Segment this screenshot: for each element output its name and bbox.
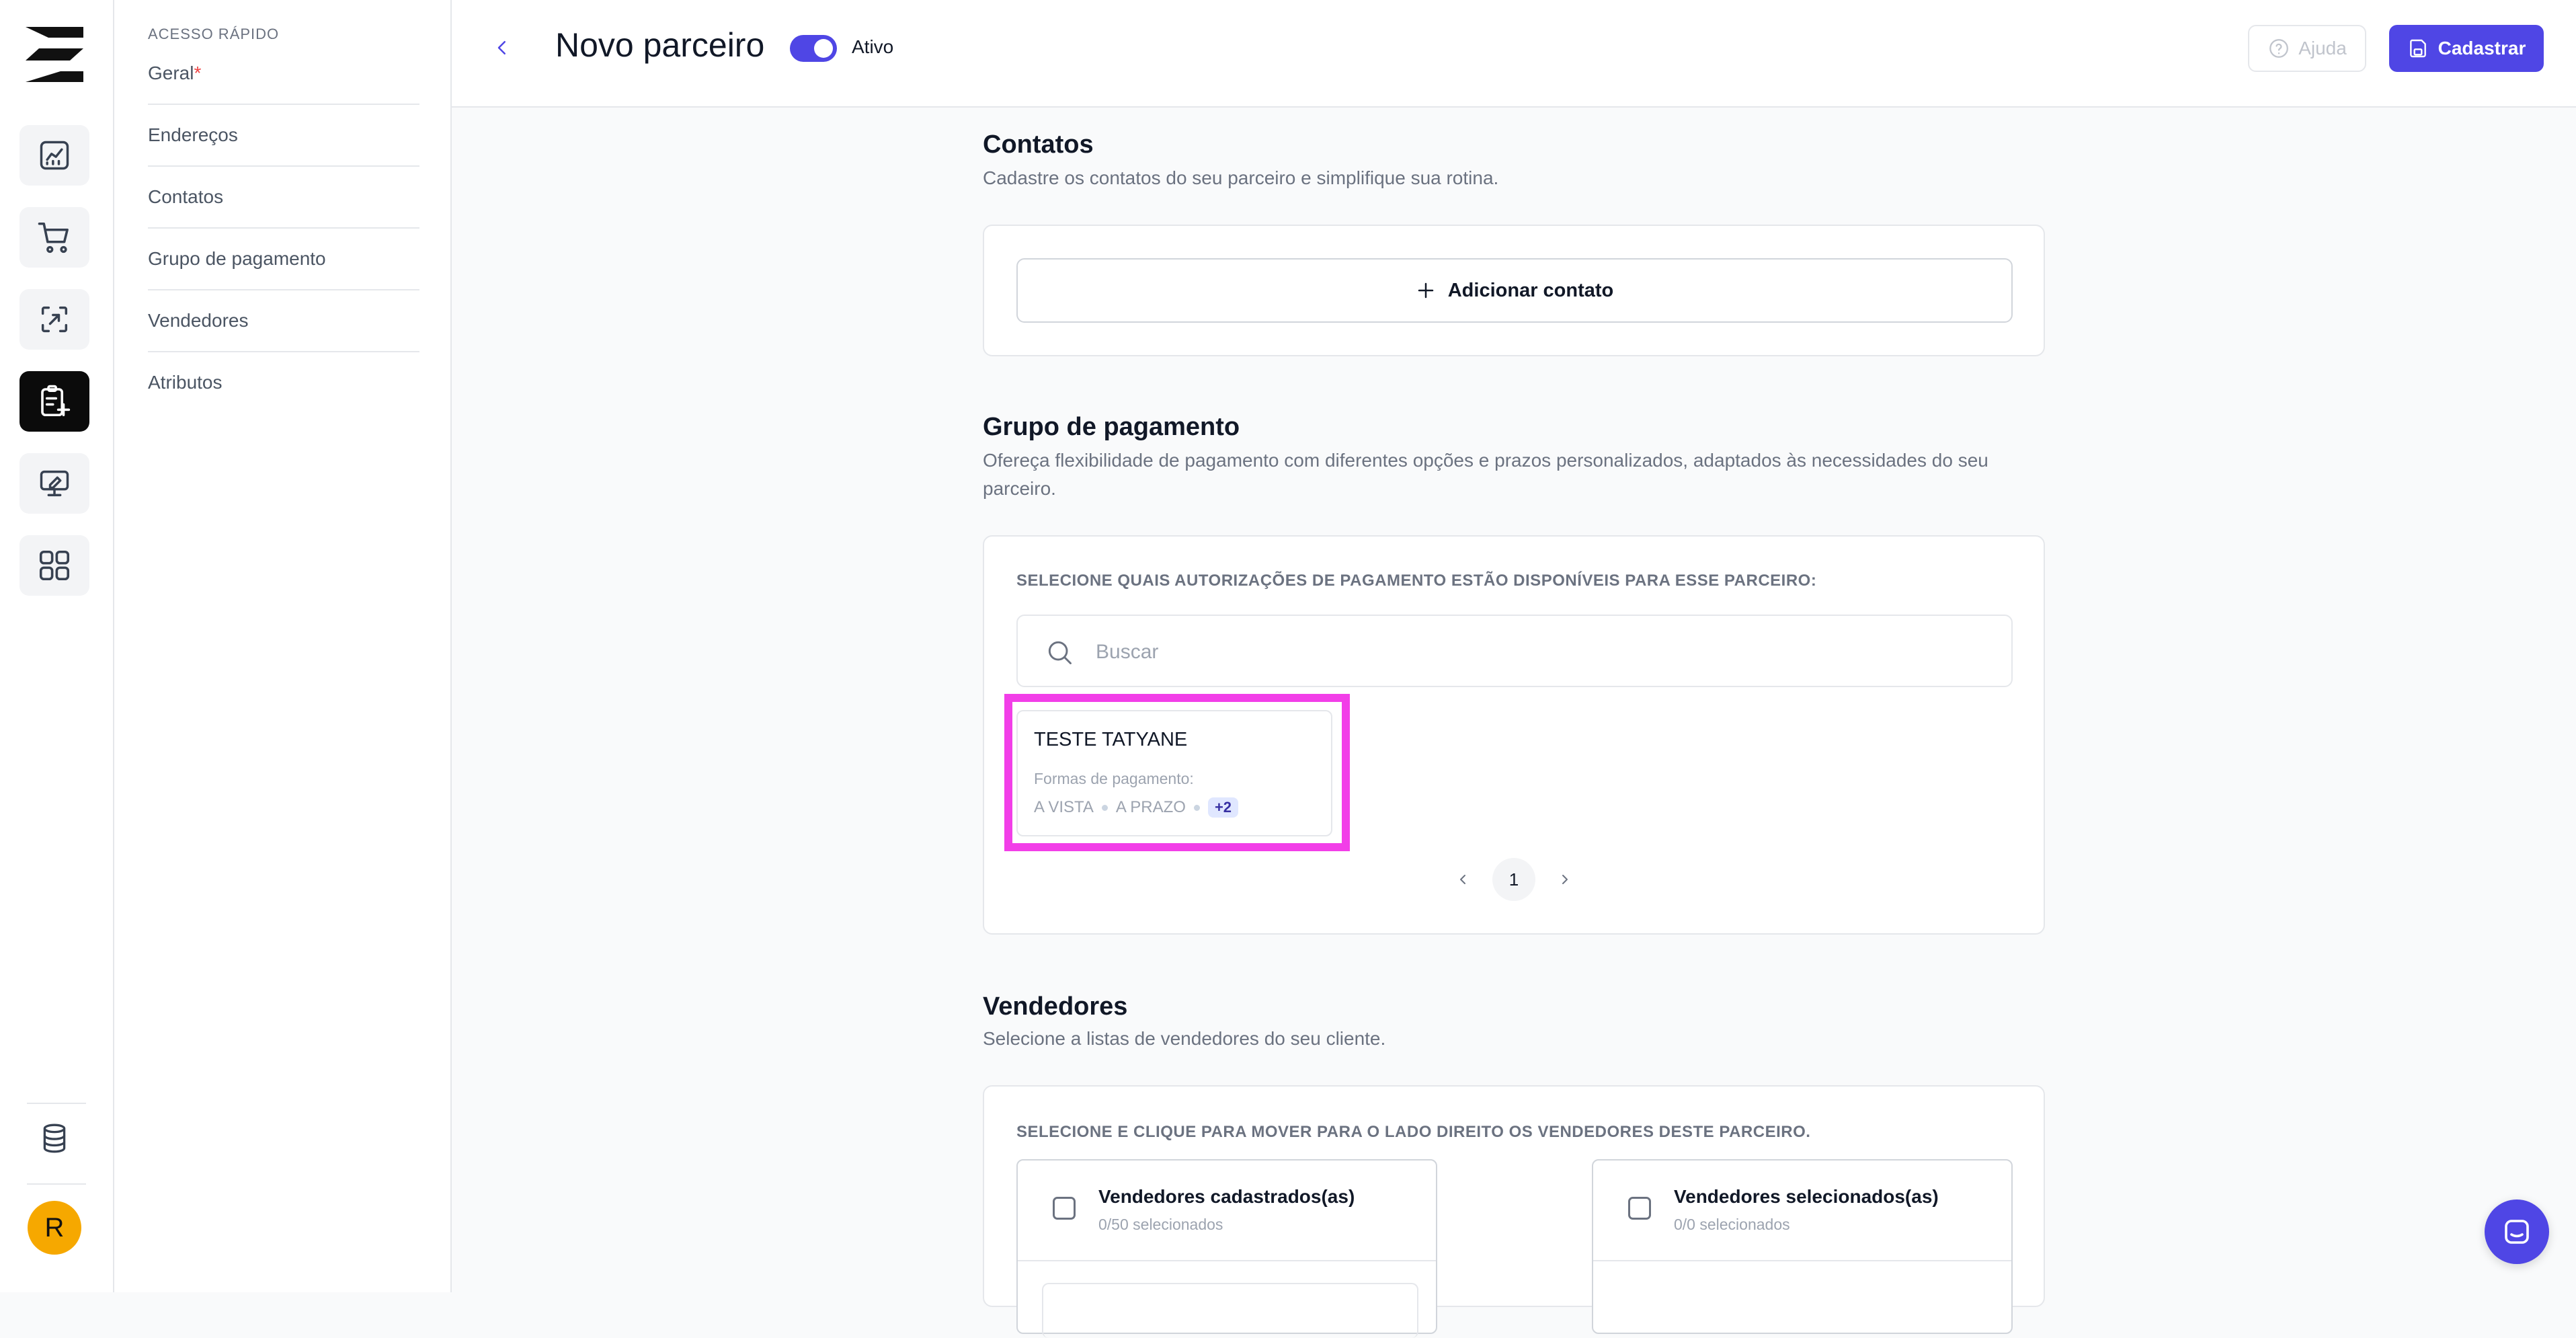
separator-dot bbox=[1101, 804, 1108, 811]
monitor-edit-icon[interactable] bbox=[19, 453, 89, 514]
question-circle-icon bbox=[2267, 37, 2290, 60]
dashboard-chart-icon[interactable] bbox=[19, 125, 89, 186]
registered-sellers-list: Vendedores cadastrados(as) 0/50 selecion… bbox=[1016, 1159, 1437, 1338]
list-header: Vendedores cadastrados(as) 0/50 selecion… bbox=[1018, 1160, 1436, 1261]
list-title: Vendedores cadastrados(as) bbox=[1098, 1186, 1355, 1207]
payment-method: A VISTA bbox=[1034, 798, 1094, 816]
payment-method: A PRAZO bbox=[1115, 798, 1186, 816]
payment-title: Grupo de pagamento bbox=[983, 413, 1240, 441]
active-toggle-label: Ativo bbox=[852, 36, 894, 57]
required-mark: * bbox=[194, 63, 202, 83]
list-title: Vendedores selecionados(as) bbox=[1674, 1186, 1939, 1207]
back-icon[interactable] bbox=[492, 35, 512, 61]
select-all-checkbox[interactable] bbox=[1628, 1197, 1651, 1220]
quick-link-atributos[interactable]: Atributos bbox=[148, 352, 419, 413]
cart-icon[interactable] bbox=[19, 207, 89, 268]
sellers-instruction: SELECIONE E CLIQUE PARA MOVER PARA O LAD… bbox=[1016, 1123, 1811, 1141]
payment-card: SELECIONE QUAIS AUTORIZAÇÕES DE PAGAMENT… bbox=[983, 535, 2045, 935]
page-title: Novo parceiro bbox=[555, 26, 765, 64]
save-button[interactable]: Cadastrar bbox=[2389, 25, 2544, 72]
separator-dot bbox=[1193, 804, 1200, 811]
new-document-icon[interactable] bbox=[19, 371, 89, 432]
contacts-subtitle: Cadastre os contatos do seu parceiro e s… bbox=[983, 167, 1499, 188]
contacts-card: Adicionar contato bbox=[983, 225, 2045, 356]
avatar[interactable]: R bbox=[28, 1201, 81, 1255]
chat-icon bbox=[2501, 1216, 2533, 1248]
search-icon bbox=[1045, 637, 1074, 667]
list-header: Vendedores selecionados(as) 0/0 selecion… bbox=[1593, 1160, 2011, 1261]
rail-divider bbox=[27, 1183, 86, 1185]
quick-access-header: ACESSO RÁPIDO bbox=[148, 26, 280, 42]
payment-search[interactable] bbox=[1016, 615, 2013, 687]
prev-page-icon[interactable] bbox=[1455, 870, 1471, 889]
rail-divider bbox=[27, 1103, 86, 1104]
contacts-title: Contatos bbox=[983, 130, 1094, 159]
list-search-box[interactable] bbox=[1042, 1283, 1418, 1338]
database-icon[interactable] bbox=[19, 1108, 89, 1169]
search-input[interactable] bbox=[1094, 632, 1971, 672]
sellers-subtitle: Selecione a listas de vendedores do seu … bbox=[983, 1028, 1386, 1049]
next-page-icon[interactable] bbox=[1557, 870, 1573, 889]
select-all-checkbox[interactable] bbox=[1053, 1197, 1076, 1220]
page-number[interactable]: 1 bbox=[1492, 858, 1535, 901]
save-label: Cadastrar bbox=[2438, 38, 2526, 58]
exchange-icon[interactable] bbox=[19, 289, 89, 350]
pagination: 1 bbox=[984, 858, 2044, 901]
quick-link-enderecos[interactable]: Endereços bbox=[148, 105, 419, 167]
selection-count: 0/0 selecionados bbox=[1674, 1216, 1790, 1233]
toggle-knob bbox=[814, 39, 833, 58]
sellers-card: SELECIONE E CLIQUE PARA MOVER PARA O LAD… bbox=[983, 1085, 2045, 1338]
payment-group-card[interactable]: TESTE TATYANE Formas de pagamento: A VIS… bbox=[1016, 710, 1332, 836]
quick-link-geral[interactable]: Geral* bbox=[148, 43, 419, 105]
help-button[interactable]: Ajuda bbox=[2248, 25, 2366, 72]
quick-access-panel: ACESSO RÁPIDO Geral* Endereços Contatos … bbox=[114, 0, 452, 1292]
save-icon bbox=[2407, 37, 2429, 60]
add-contact-button[interactable]: Adicionar contato bbox=[1016, 258, 2013, 323]
add-contact-label: Adicionar contato bbox=[1447, 279, 1614, 301]
payment-methods: A VISTA A PRAZO +2 bbox=[1034, 797, 1315, 818]
page-header: Novo parceiro Ativo Ajuda Cadastrar bbox=[452, 0, 2576, 108]
active-toggle[interactable] bbox=[790, 35, 837, 62]
sellers-title: Vendedores bbox=[983, 992, 1128, 1021]
payment-group-name: TESTE TATYANE bbox=[1034, 729, 1188, 750]
payment-subtitle: Ofereça flexibilidade de pagamento com d… bbox=[983, 450, 1988, 499]
quick-link-grupo-pagamento[interactable]: Grupo de pagamento bbox=[148, 229, 419, 290]
quick-link-vendedores[interactable]: Vendedores bbox=[148, 290, 419, 352]
apps-grid-icon[interactable] bbox=[19, 535, 89, 596]
more-methods-badge[interactable]: +2 bbox=[1207, 797, 1239, 818]
selected-sellers-list: Vendedores selecionados(as) 0/0 selecion… bbox=[1592, 1159, 2013, 1334]
quick-link-contatos[interactable]: Contatos bbox=[148, 167, 419, 229]
selection-count: 0/50 selecionados bbox=[1098, 1216, 1223, 1233]
chat-support-button[interactable] bbox=[2485, 1199, 2549, 1264]
payment-methods-label: Formas de pagamento: bbox=[1034, 770, 1194, 787]
logo-icon[interactable] bbox=[26, 27, 83, 82]
plus-icon bbox=[1416, 280, 1436, 301]
help-label: Ajuda bbox=[2298, 38, 2347, 58]
payment-instruction: SELECIONE QUAIS AUTORIZAÇÕES DE PAGAMENT… bbox=[1016, 572, 1817, 590]
icon-rail: R bbox=[0, 0, 114, 1292]
